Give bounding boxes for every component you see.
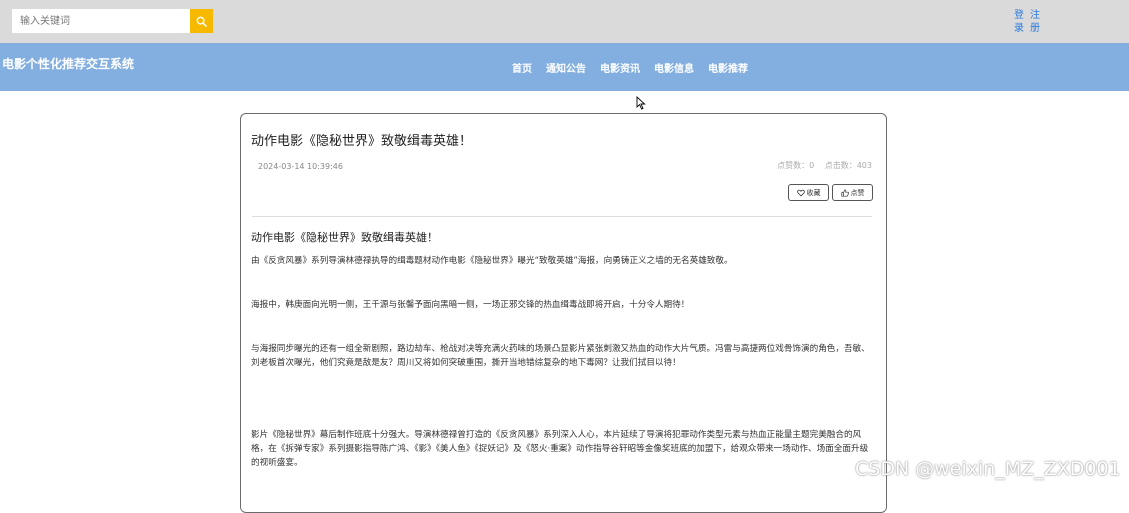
- search-input[interactable]: [12, 9, 190, 33]
- article-paragraph: 影片《隐秘世界》幕后制作班底十分强大。导演林德禄曾打造的《反贪风暴》系列深入人心…: [251, 430, 869, 468]
- nav-movie-news[interactable]: 电影资讯: [600, 60, 640, 75]
- nav-home[interactable]: 首页: [512, 60, 532, 75]
- like-label: 点赞: [850, 188, 865, 197]
- action-buttons: 收藏 点赞: [788, 184, 873, 201]
- article-heading: 动作电影《隐秘世界》致敬缉毒英雄！: [251, 231, 438, 244]
- search-box: [12, 9, 213, 33]
- article-title: 动作电影《隐秘世界》致敬缉毒英雄！: [251, 134, 473, 149]
- nav-bar: 电影个性化推荐交互系统 首页 通知公告 电影资讯 电影信息 电影推荐: [0, 43, 1129, 91]
- likes-count: 点赞数：0: [777, 161, 815, 170]
- main-nav: 首页 通知公告 电影资讯 电影信息 电影推荐: [512, 60, 762, 75]
- publish-date: 2024-03-14 10:39:46: [258, 162, 343, 171]
- mouse-cursor-icon: [636, 96, 646, 110]
- favorite-button[interactable]: 收藏: [788, 184, 829, 201]
- nav-movie-info[interactable]: 电影信息: [654, 60, 694, 75]
- divider: [252, 216, 872, 217]
- clicks-count: 点击数：403: [824, 161, 872, 170]
- article-paragraph: 与海报同步曝光的还有一组全新剧照，路边劫车、枪战对决等充满火药味的场景凸显影片紧…: [251, 344, 870, 368]
- top-bar: 登录 注册: [0, 0, 1129, 43]
- thumbs-up-icon: [840, 188, 849, 197]
- favorite-label: 收藏: [806, 188, 821, 197]
- site-title: 电影个性化推荐交互系统: [2, 57, 135, 71]
- login-link[interactable]: 登录: [1014, 9, 1025, 35]
- like-button[interactable]: 点赞: [832, 184, 873, 201]
- search-icon: [196, 16, 207, 27]
- register-link[interactable]: 注册: [1030, 9, 1041, 35]
- nav-notices[interactable]: 通知公告: [546, 60, 586, 75]
- nav-movie-recommend[interactable]: 电影推荐: [708, 60, 748, 75]
- watermark: CSDN @weixin_MZ_ZXD001: [855, 458, 1121, 480]
- heart-icon: [796, 189, 805, 196]
- search-button[interactable]: [190, 9, 213, 33]
- article-paragraph: 海报中，韩庚面向光明一侧，王千源与张馨予面向黑暗一侧，一场正邪交锋的热血缉毒战即…: [251, 300, 690, 310]
- article-paragraph: 由《反贪风暴》系列导演林德禄执导的缉毒题材动作电影《隐秘世界》曝光“致敬英雄”海…: [251, 256, 733, 266]
- article-body: 动作电影《隐秘世界》致敬缉毒英雄！ 由《反贪风暴》系列导演林德禄执导的缉毒题材动…: [251, 229, 876, 470]
- article-card: 动作电影《隐秘世界》致敬缉毒英雄！ 2024-03-14 10:39:46 点赞…: [240, 113, 887, 513]
- article-stats: 点赞数：0 点击数：403: [769, 160, 872, 171]
